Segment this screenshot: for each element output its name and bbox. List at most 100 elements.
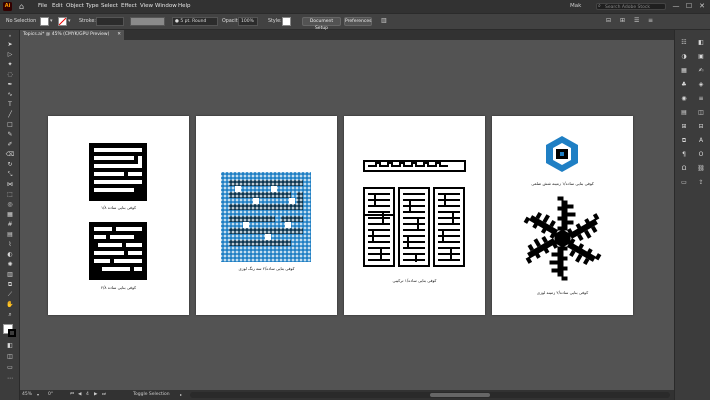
graph-tool-icon[interactable]: ▥ <box>3 271 17 279</box>
symbols-icon[interactable]: ♣ <box>679 80 689 89</box>
artboard-number[interactable]: 4 <box>86 390 89 400</box>
zoom-chevron-icon[interactable]: ▾ <box>37 390 39 400</box>
edit-toolbar-icon[interactable]: ⋯ <box>3 375 17 383</box>
menu-window[interactable]: Window <box>155 0 177 13</box>
panel-menu-icon[interactable]: ≡ <box>648 17 653 24</box>
document-setup-button[interactable]: Document Setup <box>302 17 341 31</box>
menu-view[interactable]: View <box>140 0 153 13</box>
artboard-2[interactable]: کوفی بنایی ساده/۲ سه رنگ لوزی <box>196 116 337 315</box>
menu-edit[interactable]: Edit <box>52 0 63 13</box>
opentype-icon[interactable]: O <box>696 150 706 159</box>
paintbrush-tool-icon[interactable]: ✎ <box>3 131 17 139</box>
status-chevron-icon[interactable]: ▸ <box>180 390 182 400</box>
workspace-switcher[interactable]: Mak <box>570 0 581 13</box>
pen-tool-icon[interactable]: ✒ <box>3 81 17 89</box>
width-tool-icon[interactable]: ⋈ <box>3 181 17 189</box>
previous-artboard-icon[interactable]: ◀ <box>78 390 81 400</box>
home-icon[interactable]: ⌂ <box>17 2 26 11</box>
collapse-icon[interactable]: » <box>3 32 17 40</box>
color-mode-icon[interactable]: ◧ <box>3 342 17 350</box>
symbol-sprayer-tool-icon[interactable]: ✺ <box>3 261 17 269</box>
transparency-icon[interactable]: ◫ <box>696 108 706 117</box>
draw-mode-icon[interactable]: ◫ <box>3 353 17 361</box>
swatches-icon[interactable]: ▦ <box>679 66 689 75</box>
stroke-color-icon[interactable] <box>8 329 16 337</box>
eraser-tool-icon[interactable]: ⌫ <box>3 151 17 159</box>
fill-chevron-icon[interactable]: ▾ <box>50 18 53 24</box>
curvature-tool-icon[interactable]: ∿ <box>3 91 17 99</box>
selection-tool-icon[interactable]: ➤ <box>3 41 17 49</box>
appearance-icon[interactable]: ◉ <box>679 94 689 103</box>
stroke-swatch[interactable] <box>58 17 67 26</box>
artboard-tool-icon[interactable]: ⧉ <box>3 281 17 289</box>
paragraph-icon[interactable]: ¶ <box>679 150 689 159</box>
minimize-button[interactable]: — <box>670 1 682 12</box>
glyphs-icon[interactable]: Ω <box>679 164 689 173</box>
blend-tool-icon[interactable]: ◐ <box>3 251 17 259</box>
rotation-angle[interactable]: 0° <box>48 390 53 400</box>
lasso-tool-icon[interactable]: ◌ <box>3 71 17 79</box>
scale-tool-icon[interactable]: ⤡ <box>3 171 17 179</box>
magic-wand-tool-icon[interactable]: ✦ <box>3 61 17 69</box>
last-artboard-icon[interactable]: ⏭ <box>102 390 106 400</box>
artboard-4[interactable]: کوفی بنایی ساده/۱ زمینه شش ضلعی کوفی بنا… <box>492 116 633 315</box>
layers-icon[interactable]: ◧ <box>696 38 706 47</box>
close-button[interactable]: ✕ <box>696 1 708 12</box>
artboard-1[interactable]: کوفی بنایی ساده ۱/۸ کوفی بنایی ساده ۲/۸ <box>48 116 189 315</box>
character-icon[interactable]: A <box>696 136 706 145</box>
align-panel-icon[interactable]: ⊟ <box>696 122 706 131</box>
artboard-3[interactable]: کوفی بنایی ساده/۱ ترکیبی <box>344 116 485 315</box>
transform-panel-icon[interactable]: ⊞ <box>679 122 689 131</box>
brush-dropdown[interactable]: ● 5 pt. Round <box>172 17 218 26</box>
direct-selection-tool-icon[interactable]: ▷ <box>3 51 17 59</box>
maximize-button[interactable]: ☐ <box>683 1 695 12</box>
stroke-weight-input[interactable] <box>96 17 124 26</box>
line-tool-icon[interactable]: ╱ <box>3 111 17 119</box>
shaper-tool-icon[interactable]: ✐ <box>3 141 17 149</box>
menu-type[interactable]: Type <box>86 0 99 13</box>
distribute-icon[interactable]: ☰ <box>634 17 639 24</box>
menu-effect[interactable]: Effect <box>121 0 137 13</box>
graphic-styles-icon[interactable]: ◈ <box>696 80 706 89</box>
brushes-icon[interactable]: ✍ <box>696 66 706 75</box>
status-mode[interactable]: Toggle Selection <box>133 390 170 400</box>
scrollbar-thumb[interactable] <box>430 393 490 397</box>
align-icon[interactable]: ⊟ <box>606 17 611 24</box>
menu-help[interactable]: Help <box>178 0 191 13</box>
style-swatch[interactable] <box>282 17 291 26</box>
tab-document[interactable]: Topics.ai* @ 45% (CMYK/GPU Preview) ✕ <box>20 30 124 40</box>
first-artboard-icon[interactable]: ⏮ <box>70 390 74 400</box>
menu-select[interactable]: Select <box>101 0 118 13</box>
pathfinder-icon[interactable]: ⧉ <box>679 136 689 145</box>
close-icon[interactable]: ✕ <box>117 30 121 40</box>
mesh-tool-icon[interactable]: # <box>3 221 17 229</box>
next-artboard-icon[interactable]: ▶ <box>94 390 97 400</box>
rectangle-tool-icon[interactable]: □ <box>3 121 17 129</box>
horizontal-scrollbar[interactable] <box>190 392 670 398</box>
variable-width-profile[interactable] <box>130 17 165 26</box>
menu-object[interactable]: Object <box>66 0 84 13</box>
color-icon[interactable]: ◑ <box>679 52 689 61</box>
slice-tool-icon[interactable]: ⟋ <box>3 291 17 299</box>
zoom-tool-icon[interactable]: ⌕ <box>3 311 17 319</box>
links-icon[interactable]: ⛓ <box>696 164 706 173</box>
type-tool-icon[interactable]: T <box>3 101 17 109</box>
eyedropper-tool-icon[interactable]: ⌇ <box>3 241 17 249</box>
gradient-panel-icon[interactable]: ▤ <box>679 108 689 117</box>
zoom-level[interactable]: 45% <box>22 390 32 400</box>
menu-file[interactable]: File <box>38 0 47 13</box>
transform-icon[interactable]: ⊞ <box>620 17 625 24</box>
artboards-panel-icon[interactable]: ▭ <box>679 178 689 187</box>
libraries-icon[interactable]: ▣ <box>696 52 706 61</box>
gradient-tool-icon[interactable]: ▤ <box>3 231 17 239</box>
hand-tool-icon[interactable]: ✋ <box>3 301 17 309</box>
rotate-tool-icon[interactable]: ↻ <box>3 161 17 169</box>
perspective-grid-tool-icon[interactable]: ▦ <box>3 211 17 219</box>
properties-icon[interactable]: ☷ <box>679 38 689 47</box>
stroke-panel-icon[interactable]: ≡ <box>696 94 706 103</box>
stroke-chevron-icon[interactable]: ▾ <box>68 18 71 24</box>
screen-mode-icon[interactable]: ▭ <box>3 364 17 372</box>
asset-export-icon[interactable]: ⇪ <box>696 178 706 187</box>
arrange-icon[interactable]: ▥ <box>381 17 387 24</box>
fill-swatch[interactable] <box>40 17 49 26</box>
